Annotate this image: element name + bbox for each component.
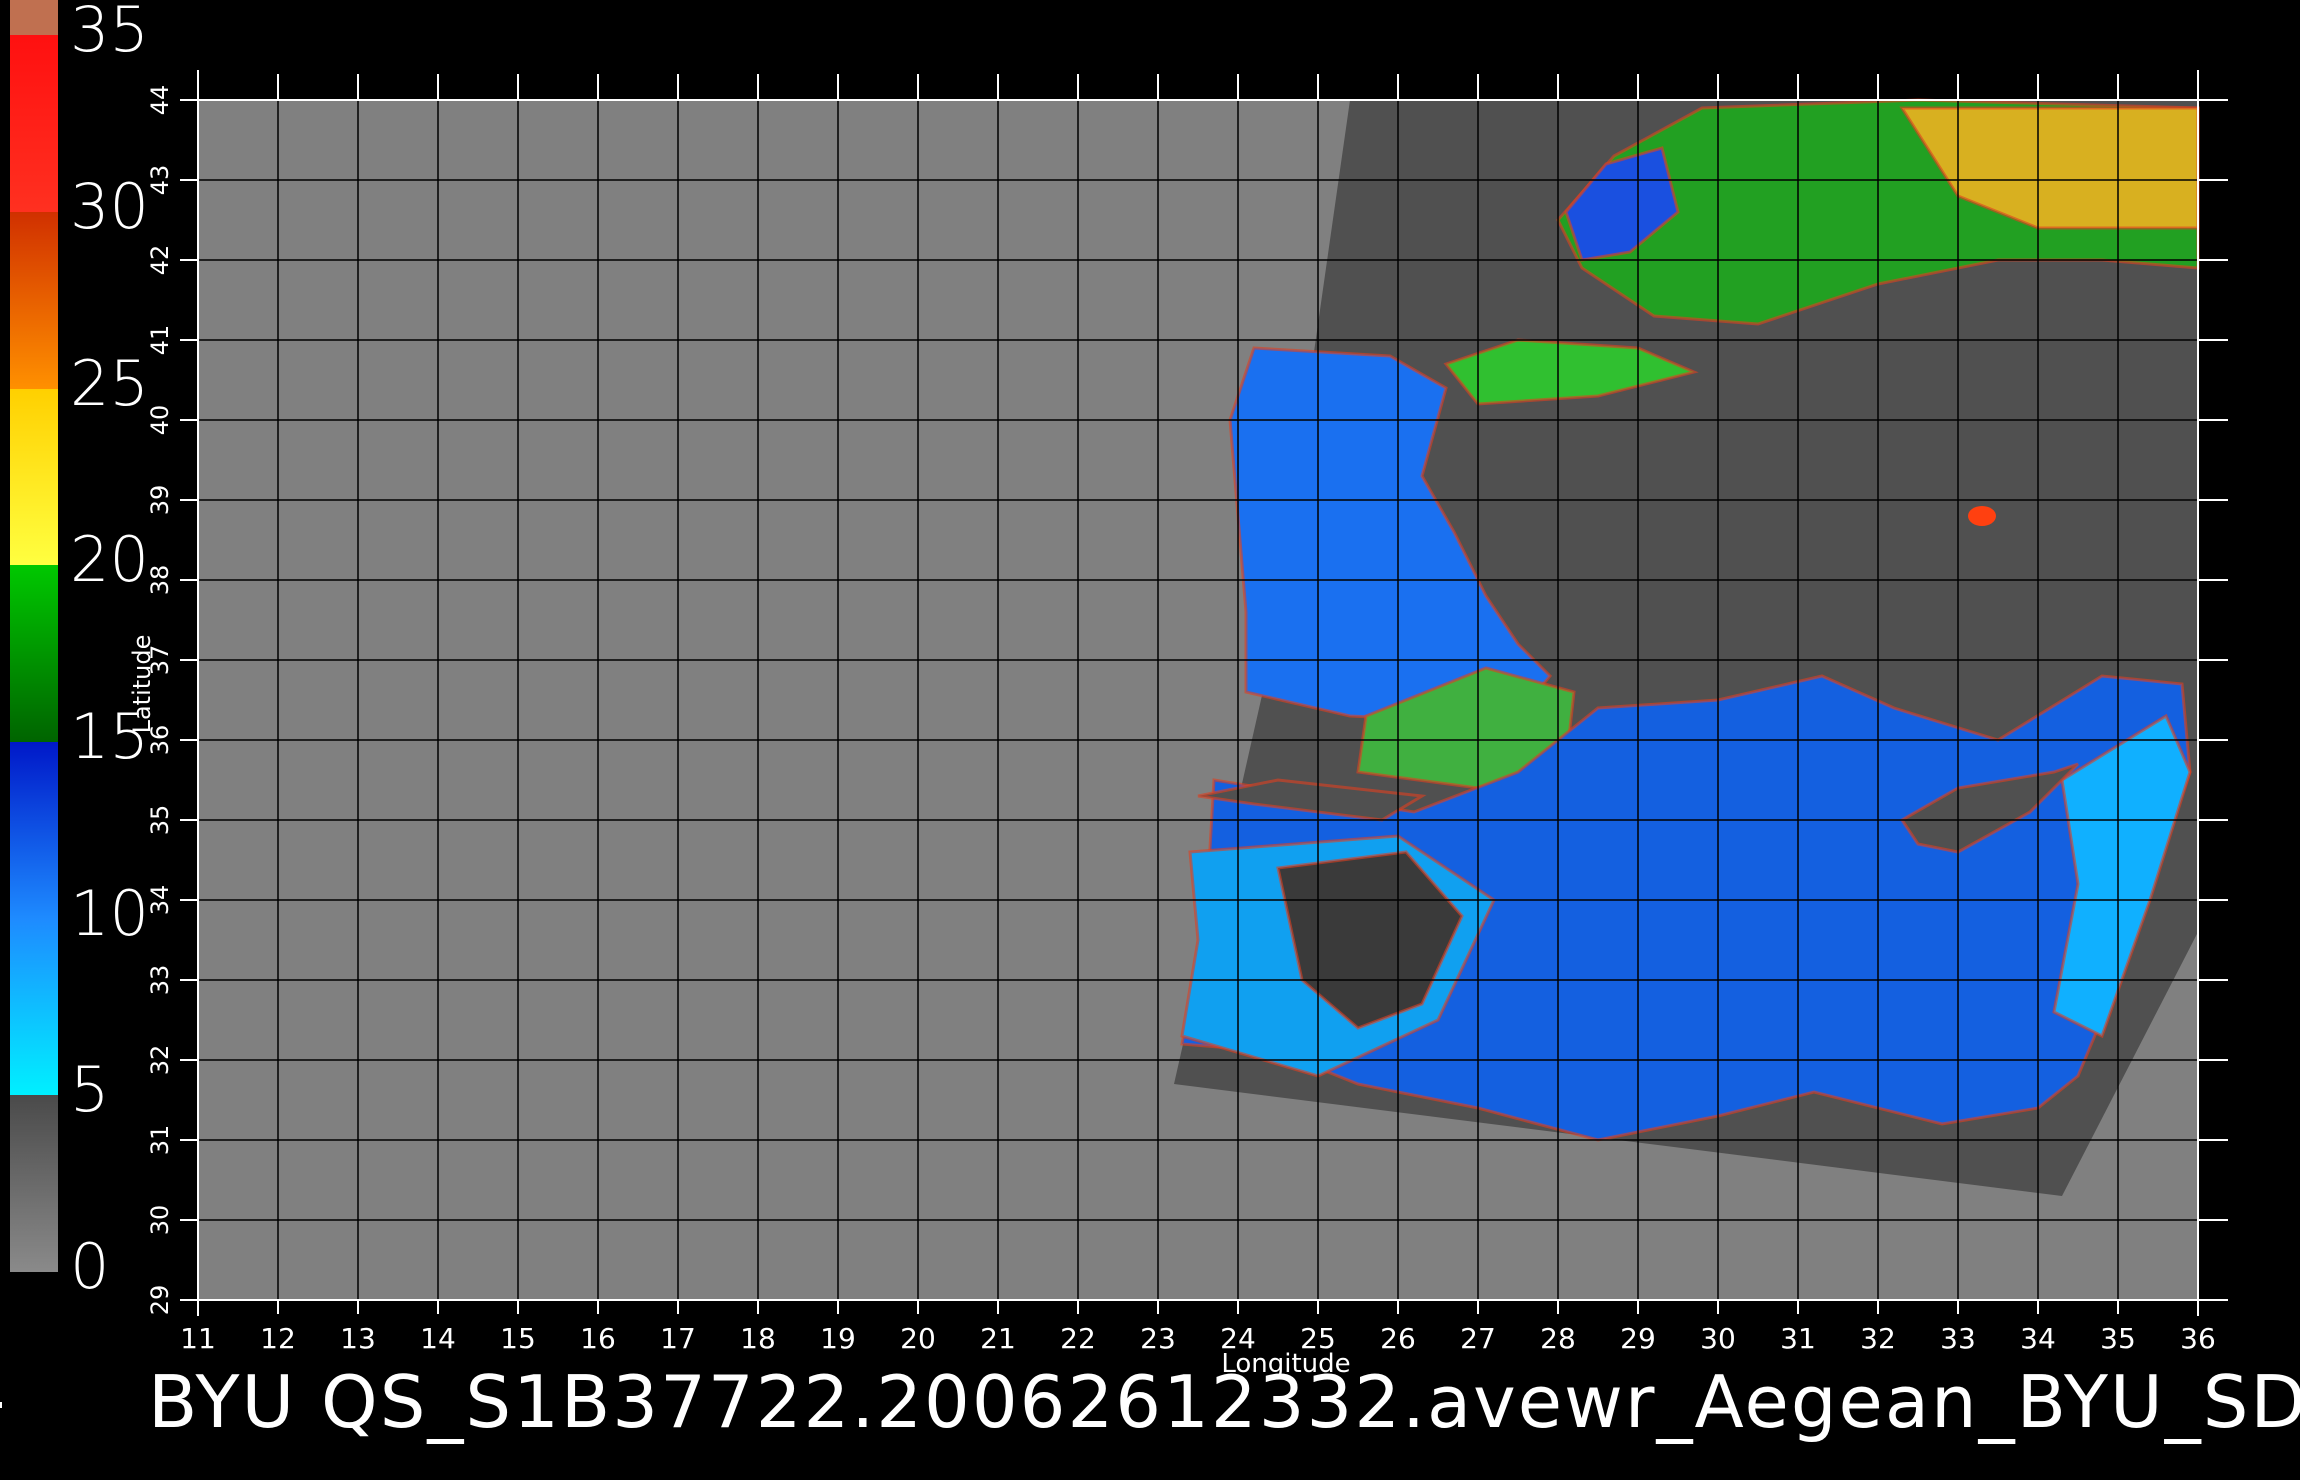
lon-tick-label: 16 <box>580 1322 616 1355</box>
lat-tick-label: 38 <box>146 565 174 596</box>
lon-tick-label: 11 <box>180 1322 216 1355</box>
lon-tick-label: 12 <box>260 1322 296 1355</box>
lat-tick-label: 41 <box>146 325 174 356</box>
lon-tick-label: 18 <box>740 1322 776 1355</box>
lon-tick-label: 19 <box>820 1322 856 1355</box>
image-title: BYU QS_S1B37722.20062612332.avewr_Aegean… <box>148 1360 2300 1444</box>
lon-tick-label: 21 <box>980 1322 1016 1355</box>
lon-tick-label: 22 <box>1060 1322 1096 1355</box>
lat-tick-label: 34 <box>146 885 174 916</box>
lat-tick-label: 29 <box>146 1285 174 1316</box>
lon-tick-label: 27 <box>1460 1322 1496 1355</box>
lon-tick-label: 35 <box>2100 1322 2136 1355</box>
lon-tick-label: 33 <box>1940 1322 1976 1355</box>
lon-tick-label: 14 <box>420 1322 456 1355</box>
y-axis-label: Latitude <box>128 635 156 734</box>
lat-tick-label: 33 <box>146 965 174 996</box>
lat-tick-label: 32 <box>146 1045 174 1076</box>
wind-map: 11 12 13 14 15 16 17 18 19 20 21 22 23 24 25 26 27 28 29 30… <box>128 70 2228 1379</box>
lon-tick-label: 13 <box>340 1322 376 1355</box>
lon-tick-label: 23 <box>1140 1322 1176 1355</box>
lat-tick-label: 31 <box>146 1125 174 1156</box>
lon-tick-label: 36 <box>2180 1322 2216 1355</box>
lon-tick-label: 17 <box>660 1322 696 1355</box>
lon-tick-label: 29 <box>1620 1322 1656 1355</box>
lon-tick-label: 20 <box>900 1322 936 1355</box>
lon-tick-label: 30 <box>1700 1322 1736 1355</box>
lon-tick-label: 28 <box>1540 1322 1576 1355</box>
lat-tick-label: 44 <box>146 85 174 116</box>
lat-tick-label: 43 <box>146 165 174 196</box>
lon-tick-label: 31 <box>1780 1322 1816 1355</box>
lon-tick-label: 26 <box>1380 1322 1416 1355</box>
lake-artifact <box>1968 506 1996 526</box>
lat-tick-label: 39 <box>146 485 174 516</box>
lat-tick-label: 42 <box>146 245 174 276</box>
lat-tick-label: 35 <box>146 805 174 836</box>
lon-tick-label: 15 <box>500 1322 536 1355</box>
lat-tick-label: 40 <box>146 405 174 436</box>
lat-tick-label: 30 <box>146 1205 174 1236</box>
edge-dot <box>0 1402 2 1408</box>
lon-tick-label: 34 <box>2020 1322 2056 1355</box>
lon-tick-label: 32 <box>1860 1322 1896 1355</box>
